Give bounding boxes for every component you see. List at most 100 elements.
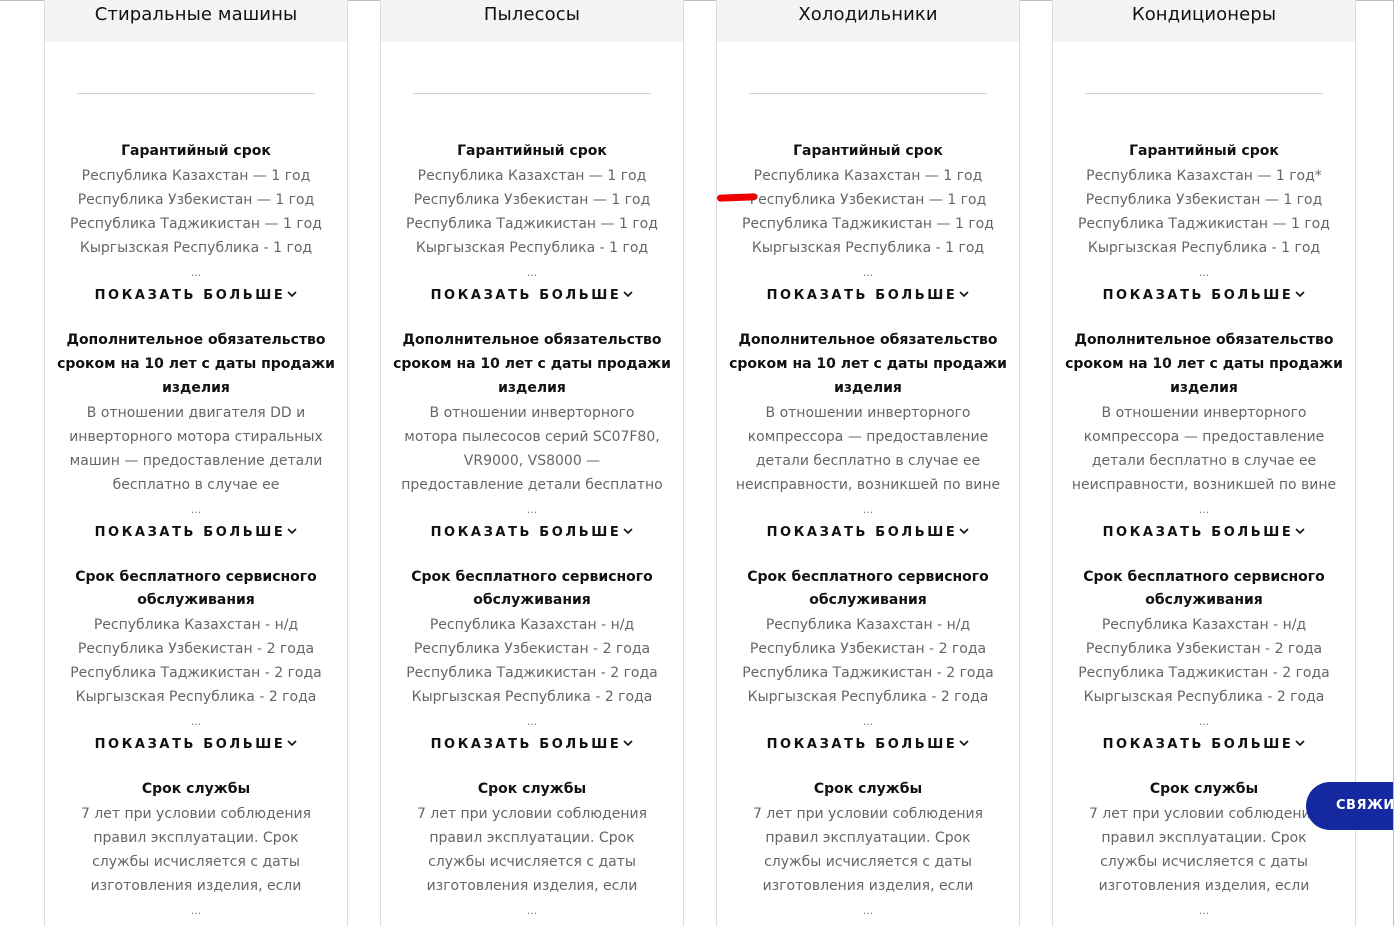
warranty-line: Республика Казахстан — 1 год* bbox=[1086, 168, 1322, 184]
extra-obligation-line: предоставление детали бесплатно bbox=[401, 477, 663, 493]
service-life-line: правил эксплуатации. Срок bbox=[93, 830, 299, 846]
show-more-button-service[interactable]: ПОКАЗАТЬ БОЛЬШЕ bbox=[1053, 737, 1355, 752]
chevron-down-icon bbox=[623, 528, 633, 535]
extra-obligation-title: сроком на 10 лет с даты продажи bbox=[729, 356, 1007, 372]
service-line: Кыргызская Республика - 2 года bbox=[411, 689, 653, 705]
service-line: Республика Таджикистан - 2 года bbox=[742, 665, 994, 681]
warranty-line: Республика Таджикистан — 1 год bbox=[406, 216, 658, 232]
extra-obligation-line: инверторного мотора стиральных bbox=[69, 429, 323, 445]
divider bbox=[749, 93, 987, 94]
extra-obligation-title: изделия bbox=[834, 380, 902, 396]
extra-obligation-title: изделия bbox=[498, 380, 566, 396]
extra-obligation-title: Дополнительное обязательство bbox=[402, 332, 662, 348]
extra-obligation-line: В отношении инверторного bbox=[1101, 405, 1307, 421]
extra-obligation-line: компрессора — предоставление bbox=[1083, 429, 1325, 445]
service-life-title: Срок службы bbox=[477, 781, 587, 797]
extra-obligation-line: детали бесплатно в случае ее bbox=[1091, 453, 1317, 469]
contact-us-button[interactable]: СВЯЖИТЕ bbox=[1306, 782, 1394, 830]
card-header: Стиральные машины bbox=[45, 0, 347, 42]
service-life-line: службы исчисляется с даты bbox=[1100, 854, 1308, 870]
truncation-ellipsis: ... bbox=[190, 266, 202, 279]
truncation-ellipsis: ... bbox=[862, 503, 874, 516]
service-line: Кыргызская Республика - 2 года bbox=[75, 689, 317, 705]
service-line: Республика Казахстан - н/д bbox=[93, 617, 299, 633]
chevron-down-icon bbox=[1295, 291, 1305, 298]
show-more-button-extra[interactable]: ПОКАЗАТЬ БОЛЬШЕ bbox=[717, 525, 1019, 540]
extra-obligation-line: бесплатно в случае ее bbox=[112, 477, 280, 493]
divider bbox=[413, 93, 651, 94]
truncation-ellipsis: ... bbox=[862, 266, 874, 279]
extra-obligation-title: изделия bbox=[162, 380, 230, 396]
service-line: Республика Таджикистан - 2 года bbox=[406, 665, 658, 681]
extra-obligation-line: машин — предоставление детали bbox=[69, 453, 323, 469]
service-line: Республика Узбекистан - 2 года bbox=[749, 641, 987, 657]
warranty-line: Республика Таджикистан — 1 год bbox=[742, 216, 994, 232]
extra-obligation-title: сроком на 10 лет с даты продажи bbox=[393, 356, 671, 372]
show-more-button-extra[interactable]: ПОКАЗАТЬ БОЛЬШЕ bbox=[381, 525, 683, 540]
chevron-down-icon bbox=[287, 528, 297, 535]
card-title: Пылесосы bbox=[483, 4, 581, 25]
extra-obligation-line: неисправности, возникшей по вине bbox=[1071, 477, 1337, 493]
show-more-button-warranty[interactable]: ПОКАЗАТЬ БОЛЬШЕ bbox=[717, 288, 1019, 303]
service-life-line: изготовления изделия, если bbox=[90, 878, 302, 894]
warranty-line: Кыргызская Республика - 1 год bbox=[1087, 240, 1321, 256]
chevron-down-icon bbox=[287, 740, 297, 747]
service-life-line: правил эксплуатации. Срок bbox=[765, 830, 971, 846]
service-life-line: службы исчисляется с даты bbox=[92, 854, 300, 870]
truncation-ellipsis: ... bbox=[526, 266, 538, 279]
show-more-button-warranty[interactable]: ПОКАЗАТЬ БОЛЬШЕ bbox=[1053, 288, 1355, 303]
truncation-ellipsis: ... bbox=[1198, 266, 1210, 279]
show-more-label: ПОКАЗАТЬ БОЛЬШЕ bbox=[766, 288, 958, 303]
extra-obligation-line: В отношении инверторного bbox=[765, 405, 971, 421]
show-more-button-warranty[interactable]: ПОКАЗАТЬ БОЛЬШЕ bbox=[381, 288, 683, 303]
service-life-line: службы исчисляется с даты bbox=[764, 854, 972, 870]
service-life-line: изготовления изделия, если bbox=[426, 878, 638, 894]
truncation-ellipsis: ... bbox=[526, 904, 538, 917]
warranty-title: Гарантийный срок bbox=[793, 143, 943, 159]
truncation-ellipsis: ... bbox=[190, 715, 202, 728]
warranty-title: Гарантийный срок bbox=[121, 143, 271, 159]
show-more-label: ПОКАЗАТЬ БОЛЬШЕ bbox=[766, 737, 958, 752]
warranty-line: Республика Узбекистан — 1 год bbox=[749, 192, 987, 208]
service-life-line: 7 лет при условии соблюдения bbox=[752, 806, 984, 822]
chevron-down-icon bbox=[623, 291, 633, 298]
warranty-line: Республика Таджикистан — 1 год bbox=[70, 216, 322, 232]
show-more-button-service[interactable]: ПОКАЗАТЬ БОЛЬШЕ bbox=[45, 737, 347, 752]
show-more-button-service[interactable]: ПОКАЗАТЬ БОЛЬШЕ bbox=[717, 737, 1019, 752]
warranty-title: Гарантийный срок bbox=[457, 143, 607, 159]
service-life-title: Срок службы bbox=[141, 781, 251, 797]
warranty-line: Республика Узбекистан — 1 год bbox=[1085, 192, 1323, 208]
service-title: Срок бесплатного сервисного bbox=[411, 569, 653, 585]
show-more-button-service[interactable]: ПОКАЗАТЬ БОЛЬШЕ bbox=[381, 737, 683, 752]
show-more-button-extra[interactable]: ПОКАЗАТЬ БОЛЬШЕ bbox=[45, 525, 347, 540]
red-annotation-mark bbox=[716, 193, 758, 202]
warranty-line: Республика Узбекистан — 1 год bbox=[413, 192, 651, 208]
product-card: Холодильники Гарантийный срок Республика К… bbox=[716, 0, 1020, 926]
show-more-label: ПОКАЗАТЬ БОЛЬШЕ bbox=[94, 525, 286, 540]
extra-obligation-line: компрессора — предоставление bbox=[747, 429, 989, 445]
truncation-ellipsis: ... bbox=[190, 503, 202, 516]
product-card: Кондиционеры Гарантийный срок Республика К… bbox=[1052, 0, 1356, 926]
extra-obligation-title: Дополнительное обязательство bbox=[66, 332, 326, 348]
service-line: Республика Таджикистан - 2 года bbox=[70, 665, 322, 681]
warranty-line: Кыргызская Республика - 1 год bbox=[751, 240, 985, 256]
service-life-line: правил эксплуатации. Срок bbox=[429, 830, 635, 846]
truncation-ellipsis: ... bbox=[1198, 904, 1210, 917]
extra-obligation-title: Дополнительное обязательство bbox=[738, 332, 998, 348]
truncation-ellipsis: ... bbox=[526, 715, 538, 728]
card-title: Кондиционеры bbox=[1131, 4, 1277, 25]
show-more-button-extra[interactable]: ПОКАЗАТЬ БОЛЬШЕ bbox=[1053, 525, 1355, 540]
product-grid: Стиральные машины Гарантийный срок Республ… bbox=[0, 0, 1394, 926]
truncation-ellipsis: ... bbox=[1198, 503, 1210, 516]
show-more-label: ПОКАЗАТЬ БОЛЬШЕ bbox=[430, 525, 622, 540]
warranty-line: Республика Казахстан — 1 год bbox=[753, 168, 983, 184]
show-more-label: ПОКАЗАТЬ БОЛЬШЕ bbox=[1102, 737, 1294, 752]
show-more-button-warranty[interactable]: ПОКАЗАТЬ БОЛЬШЕ bbox=[45, 288, 347, 303]
truncation-ellipsis: ... bbox=[862, 715, 874, 728]
extra-obligation-line: В отношении инверторного bbox=[429, 405, 635, 421]
service-life-line: изготовления изделия, если bbox=[1098, 878, 1310, 894]
chevron-down-icon bbox=[623, 740, 633, 747]
service-line: Республика Узбекистан - 2 года bbox=[77, 641, 315, 657]
product-card: Пылесосы Гарантийный срок Республика Казах… bbox=[380, 0, 684, 926]
service-title: обслуживания bbox=[809, 592, 927, 608]
